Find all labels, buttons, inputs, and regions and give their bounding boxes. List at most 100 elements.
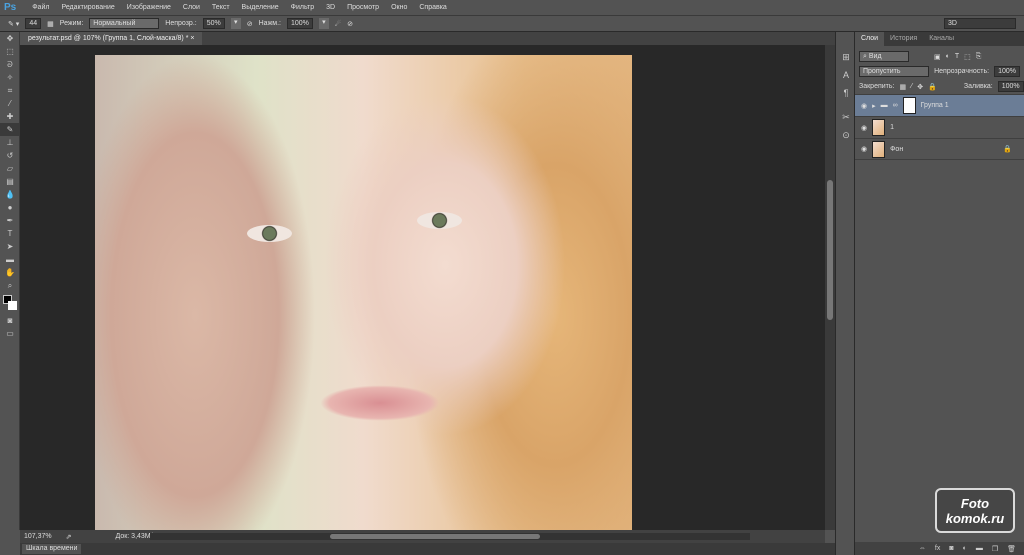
history-brush-icon[interactable]: ↺ <box>0 149 20 162</box>
tab-channels[interactable]: Каналы <box>923 32 960 46</box>
layer-mask-thumbnail[interactable] <box>902 97 916 114</box>
lock-transparent-icon[interactable]: ▦ <box>899 83 906 91</box>
layer-filter-select[interactable]: ⌕ Вид <box>859 51 909 62</box>
link-layers-icon[interactable]: ⇔ <box>919 545 926 552</box>
brush-presets-icon[interactable]: ⊙ <box>836 126 856 144</box>
menu-3d[interactable]: 3D <box>320 4 341 11</box>
color-swatches[interactable] <box>0 292 20 314</box>
eyedropper-tool-icon[interactable]: ⁄ <box>0 97 20 110</box>
move-tool-icon[interactable]: ✥ <box>0 32 20 45</box>
document-tabs: результат.psd @ 107% (Группа 1, Слой-мас… <box>20 32 835 45</box>
menu-select[interactable]: Выделение <box>236 4 285 11</box>
shape-tool-icon[interactable]: ▬ <box>0 253 20 266</box>
eraser-tool-icon[interactable]: ▱ <box>0 162 20 175</box>
expand-arrow-icon[interactable]: ▸ <box>872 102 876 110</box>
character-icon[interactable]: A <box>836 66 856 84</box>
menu-edit[interactable]: Редактирование <box>55 4 120 11</box>
filter-shape-icon[interactable]: ⬚ <box>964 53 971 61</box>
timeline-tab[interactable]: Шкала времени <box>22 544 82 554</box>
filter-smart-icon[interactable]: ⎘ <box>976 53 982 61</box>
layer-name: 1 <box>890 124 895 131</box>
menu-view[interactable]: Просмотр <box>341 4 385 11</box>
adjustment-layer-icon[interactable]: ◐ <box>963 545 967 552</box>
filter-pixel-icon[interactable]: ▣ <box>934 53 941 61</box>
brush-tool-icon[interactable]: ✎ ▾ <box>8 20 19 28</box>
fx-icon[interactable]: fx <box>935 545 940 552</box>
tab-layers[interactable]: Слои <box>855 32 885 46</box>
path-select-tool-icon[interactable]: ➤ <box>0 240 20 253</box>
delete-layer-icon[interactable]: 🗑 <box>1007 545 1016 553</box>
tab-history[interactable]: История <box>884 32 923 46</box>
menu-filter[interactable]: Фильтр <box>285 4 321 11</box>
paragraph-icon[interactable]: ¶ <box>836 84 856 102</box>
menu-help[interactable]: Справка <box>413 4 452 11</box>
mode-label: Режим: <box>59 20 84 27</box>
vertical-scrollbar[interactable] <box>825 45 835 530</box>
export-icon[interactable]: ⇗ <box>66 533 72 541</box>
quick-mask-icon[interactable]: ◙ <box>0 314 20 327</box>
layer-row[interactable]: ◉ ▸ ▬ ∞ Группа 1 <box>855 94 1024 116</box>
pressure-size-icon[interactable]: ⊘ <box>347 20 353 28</box>
new-layer-icon[interactable]: ❐ <box>992 545 998 553</box>
menu-type[interactable]: Текст <box>206 4 236 11</box>
vertical-scroll-thumb[interactable] <box>827 180 833 320</box>
lasso-tool-icon[interactable]: ᘐ <box>0 58 20 71</box>
lock-all-icon[interactable]: 🔒 <box>928 83 937 91</box>
menu-window[interactable]: Окно <box>385 4 413 11</box>
crop-tool-icon[interactable]: ⌗ <box>0 84 20 97</box>
tool-presets-icon[interactable]: ✂ <box>836 108 856 126</box>
pressure-opacity-icon[interactable]: ⊘ <box>247 20 253 28</box>
opacity-dropdown[interactable]: ▾ <box>230 18 241 29</box>
opacity-input[interactable]: 50% <box>202 18 225 29</box>
marquee-tool-icon[interactable]: ⬚ <box>0 45 20 58</box>
filter-type-icon[interactable]: T <box>955 53 959 60</box>
brush-tool-icon[interactable]: ✎ <box>0 123 20 136</box>
brush-panel-icon[interactable]: ▦ <box>47 20 54 28</box>
blur-tool-icon[interactable]: 💧 <box>0 188 20 201</box>
canvas-area[interactable] <box>20 45 825 535</box>
document-tab[interactable]: результат.psd @ 107% (Группа 1, Слой-мас… <box>20 32 203 45</box>
lock-pixels-icon[interactable]: ⁄ <box>911 83 912 90</box>
link-icon[interactable]: ∞ <box>893 102 898 109</box>
healing-tool-icon[interactable]: ✚ <box>0 110 20 123</box>
layer-row[interactable]: ◉ 1 <box>855 116 1024 138</box>
screen-mode-icon[interactable]: ▭ <box>0 327 20 340</box>
pressure-dropdown[interactable]: ▾ <box>318 18 329 29</box>
quick-select-tool-icon[interactable]: ✧ <box>0 71 20 84</box>
brush-size-picker[interactable]: 44 <box>25 18 42 29</box>
visibility-eye-icon[interactable]: ◉ <box>861 145 867 153</box>
menu-image[interactable]: Изображение <box>121 4 177 11</box>
gradient-tool-icon[interactable]: ▤ <box>0 175 20 188</box>
options-bar: ✎ ▾ 44 ▦ Режим: Нормальный Непрозр.: 50%… <box>0 15 1024 32</box>
visibility-eye-icon[interactable]: ◉ <box>861 102 867 110</box>
stamp-tool-icon[interactable]: ⊥ <box>0 136 20 149</box>
lock-position-icon[interactable]: ✥ <box>917 83 923 91</box>
layer-row[interactable]: ◉ Фон 🔒 <box>855 138 1024 160</box>
type-tool-icon[interactable]: T <box>0 227 20 240</box>
lips <box>320 385 440 421</box>
fill-input[interactable]: 100% <box>997 81 1024 92</box>
hand-tool-icon[interactable]: ✋ <box>0 266 20 279</box>
blend-mode-select[interactable]: Пропустить <box>859 66 930 77</box>
history-icon[interactable]: ⊞ <box>836 48 856 66</box>
filter-adjustment-icon[interactable]: ◐ <box>946 53 950 60</box>
menu-file[interactable]: Файл <box>26 4 55 11</box>
zoom-tool-icon[interactable]: ⌕ <box>0 279 20 292</box>
horizontal-scrollbar[interactable] <box>150 533 750 540</box>
layer-name: Фон <box>890 145 904 153</box>
mode-select[interactable]: Нормальный <box>89 18 160 29</box>
horizontal-scroll-thumb[interactable] <box>330 534 540 539</box>
menu-layers[interactable]: Слои <box>177 4 206 11</box>
dodge-tool-icon[interactable]: ● <box>0 201 20 214</box>
pen-tool-icon[interactable]: ✒ <box>0 214 20 227</box>
close-tab-icon[interactable]: × <box>190 35 194 42</box>
layer-opacity-input[interactable]: 100% <box>994 66 1020 77</box>
visibility-eye-icon[interactable]: ◉ <box>861 124 867 132</box>
new-group-icon[interactable]: ▬ <box>976 545 983 552</box>
pressure-input[interactable]: 100% <box>286 18 313 29</box>
airbrush-icon[interactable]: ☄ <box>335 20 341 28</box>
workspace-select[interactable]: 3D <box>944 18 1016 29</box>
zoom-level[interactable]: 107,37% <box>24 533 52 540</box>
filter-value: Вид <box>868 53 882 60</box>
add-mask-icon[interactable]: ◙ <box>949 545 953 552</box>
